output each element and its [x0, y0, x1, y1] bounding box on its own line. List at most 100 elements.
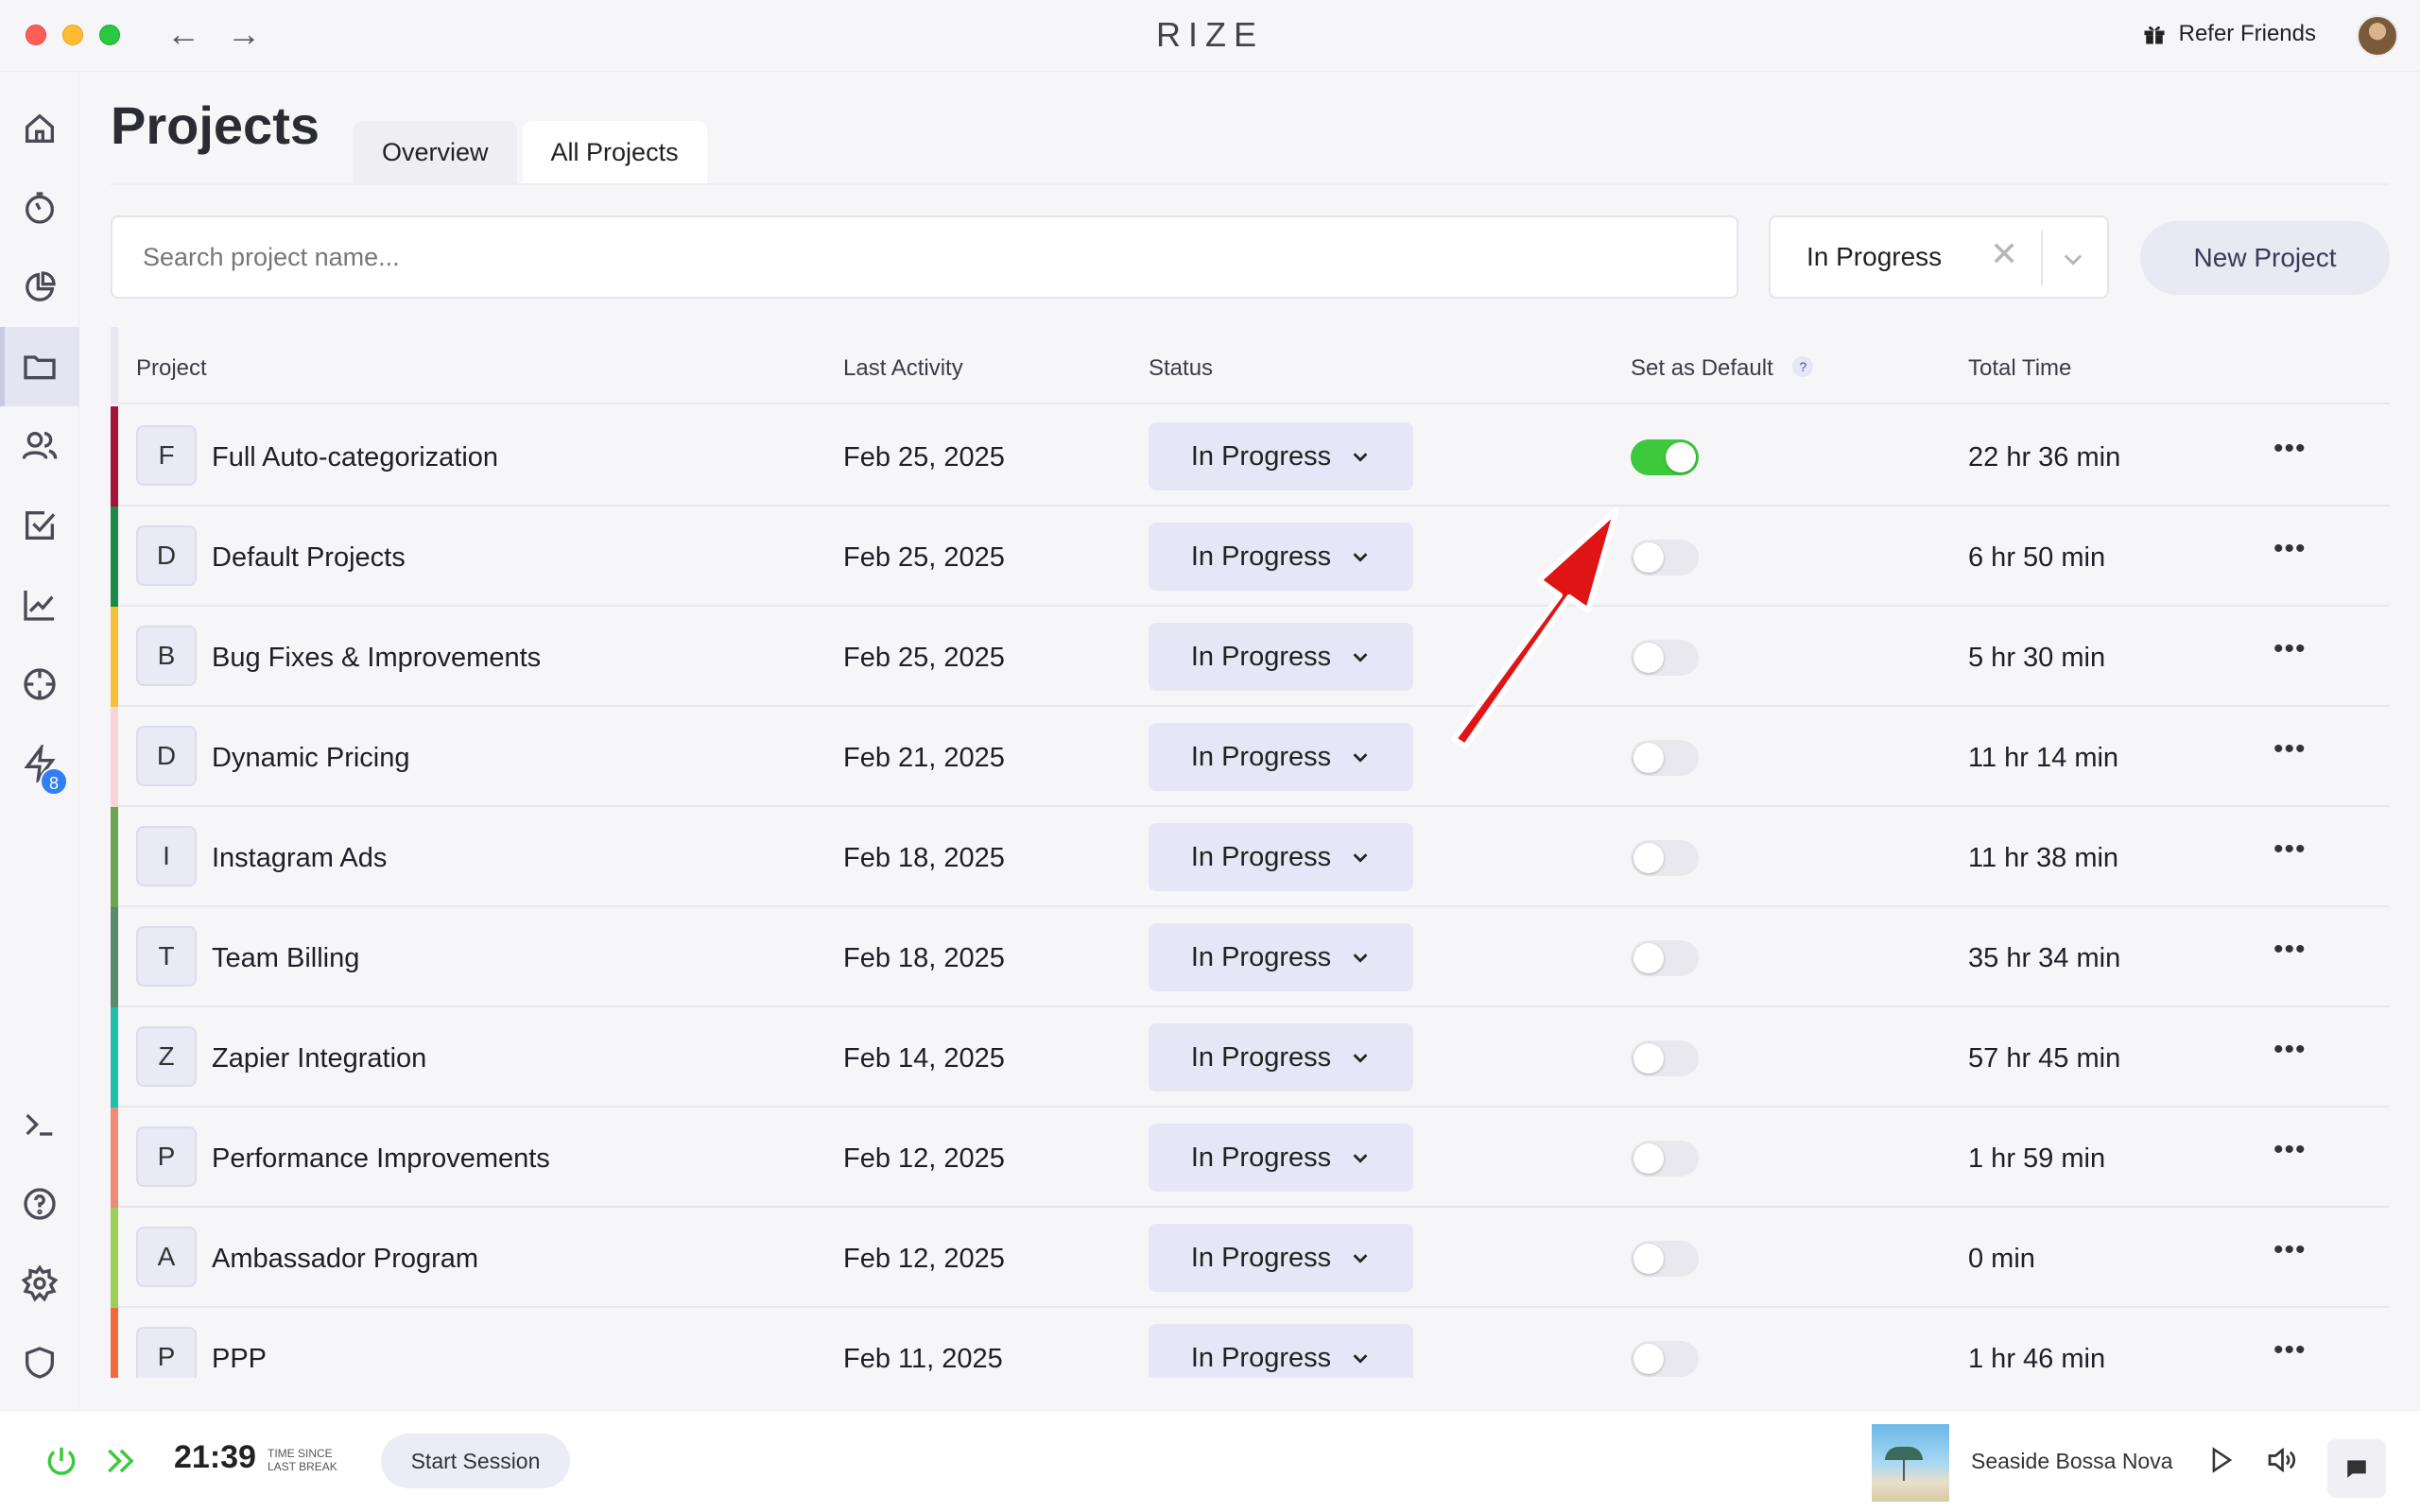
search-input[interactable] [111, 215, 1738, 299]
sidebar-item-terminal[interactable] [0, 1085, 79, 1164]
status-label: In Progress [1190, 541, 1332, 572]
more-options-icon[interactable]: ••• [2273, 433, 2307, 465]
project-name[interactable]: Instagram Ads [212, 843, 387, 874]
crosshair-icon [24, 668, 56, 700]
more-options-icon[interactable]: ••• [2273, 934, 2307, 966]
table-row[interactable]: D Default Projects Feb 25, 2025 In Progress… [111, 507, 2389, 607]
project-name[interactable]: Dynamic Pricing [212, 743, 410, 774]
help-icon[interactable]: ? [1792, 356, 1814, 377]
sidebar-item-home[interactable] [0, 89, 79, 168]
close-window-button[interactable] [26, 25, 46, 45]
table-row[interactable]: I Instagram Ads Feb 18, 2025 In Progress 11 … [111, 807, 2389, 907]
status-dropdown[interactable]: In Progress [1149, 1224, 1413, 1292]
projects-table: Project Last Activity Status Set as Defa… [111, 327, 2389, 1378]
sidebar-item-integrations[interactable]: 8 [0, 724, 79, 803]
volume-icon[interactable] [2263, 1443, 2299, 1477]
new-project-button[interactable]: New Project [2140, 221, 2390, 295]
fast-forward-icon[interactable] [102, 1443, 140, 1479]
page-title: Projects [111, 95, 320, 155]
power-icon[interactable] [43, 1443, 79, 1479]
default-toggle[interactable] [1631, 1241, 1699, 1277]
table-row[interactable]: T Team Billing Feb 18, 2025 In Progress 35 h… [111, 907, 2389, 1007]
tab-overview[interactable]: Overview [354, 121, 517, 183]
refer-friends-label: Refer Friends [2178, 21, 2316, 46]
project-name[interactable]: Ambassador Program [212, 1244, 478, 1275]
table-row[interactable]: B Bug Fixes & Improvements Feb 25, 2025 In … [111, 607, 2389, 707]
total-time: 5 hr 30 min [1968, 643, 2106, 673]
refer-friends-button[interactable]: Refer Friends [2141, 21, 2316, 47]
project-name[interactable]: PPP [212, 1344, 267, 1375]
more-options-icon[interactable]: ••• [2273, 1334, 2307, 1366]
status-dropdown[interactable]: In Progress [1149, 823, 1413, 891]
chat-button[interactable] [2327, 1439, 2386, 1498]
sidebar-item-timer[interactable] [0, 168, 79, 248]
project-color-bar [111, 607, 118, 707]
more-options-icon[interactable]: ••• [2273, 833, 2307, 866]
default-toggle[interactable] [1631, 1341, 1699, 1377]
table-row[interactable]: F Full Auto-categorization Feb 25, 2025 In … [111, 406, 2389, 507]
minimize-window-button[interactable] [62, 25, 83, 45]
header-status[interactable]: Status [1149, 355, 1213, 382]
project-name[interactable]: Full Auto-categorization [212, 442, 498, 473]
more-options-icon[interactable]: ••• [2273, 1134, 2307, 1166]
trend-chart-icon [24, 591, 54, 621]
play-icon[interactable] [2204, 1443, 2237, 1477]
project-name[interactable]: Performance Improvements [212, 1143, 550, 1175]
table-row[interactable]: P Performance Improvements Feb 12, 2025 In … [111, 1108, 2389, 1208]
header-last-activity[interactable]: Last Activity [843, 355, 963, 382]
project-color-bar [111, 707, 118, 807]
project-name[interactable]: Bug Fixes & Improvements [212, 643, 541, 674]
status-dropdown[interactable]: In Progress [1149, 422, 1413, 490]
default-toggle[interactable] [1631, 840, 1699, 876]
table-row[interactable]: A Ambassador Program Feb 12, 2025 In Progre… [111, 1208, 2389, 1308]
default-toggle[interactable] [1631, 439, 1699, 475]
default-toggle[interactable] [1631, 1040, 1699, 1076]
maximize-window-button[interactable] [99, 25, 120, 45]
status-dropdown[interactable]: In Progress [1149, 923, 1413, 991]
more-options-icon[interactable]: ••• [2273, 533, 2307, 565]
back-arrow-icon[interactable]: ← [166, 13, 200, 55]
sidebar-item-tasks[interactable] [0, 486, 79, 565]
project-color-bar [111, 507, 118, 607]
sidebar-item-focus[interactable] [0, 644, 79, 724]
default-toggle[interactable] [1631, 1141, 1699, 1177]
chevron-down-icon [1353, 553, 1368, 562]
more-options-icon[interactable]: ••• [2273, 633, 2307, 665]
chevron-down-icon[interactable] [2060, 246, 2086, 272]
sidebar-item-analytics[interactable] [0, 565, 79, 644]
status-dropdown[interactable]: In Progress [1149, 723, 1413, 791]
sidebar-item-projects[interactable] [0, 327, 79, 406]
status-dropdown[interactable]: In Progress [1149, 1023, 1413, 1091]
status-dropdown[interactable]: In Progress [1149, 1124, 1413, 1192]
more-options-icon[interactable]: ••• [2273, 733, 2307, 765]
sidebar-item-reports[interactable] [0, 248, 79, 327]
project-name[interactable]: Zapier Integration [212, 1043, 426, 1074]
project-name[interactable]: Team Billing [212, 943, 359, 974]
sidebar-item-clients[interactable] [0, 406, 79, 486]
default-toggle[interactable] [1631, 940, 1699, 976]
status-dropdown[interactable]: In Progress [1149, 1324, 1413, 1378]
start-session-button[interactable]: Start Session [381, 1434, 570, 1488]
status-filter-select[interactable]: In Progress ✕ [1769, 215, 2109, 299]
table-row[interactable]: Z Zapier Integration Feb 14, 2025 In Progre… [111, 1007, 2389, 1108]
more-options-icon[interactable]: ••• [2273, 1234, 2307, 1266]
header-project[interactable]: Project [136, 355, 207, 382]
more-options-icon[interactable]: ••• [2273, 1034, 2307, 1066]
project-name[interactable]: Default Projects [212, 542, 406, 574]
forward-arrow-icon[interactable]: → [227, 13, 261, 55]
toggle-knob [1634, 1143, 1664, 1174]
clear-filter-icon[interactable]: ✕ [1990, 234, 2018, 274]
status-dropdown[interactable]: In Progress [1149, 623, 1413, 691]
status-dropdown[interactable]: In Progress [1149, 523, 1413, 591]
sidebar-item-help[interactable] [0, 1164, 79, 1244]
sidebar-item-settings[interactable] [0, 1244, 79, 1323]
user-avatar[interactable] [2357, 15, 2398, 57]
header-total-time[interactable]: Total Time [1968, 355, 2071, 382]
table-row[interactable]: P PPP Feb 11, 2025 In Progress 1 hr 46 min ••… [111, 1308, 2389, 1378]
project-letter-avatar: F [136, 425, 197, 486]
status-label: In Progress [1190, 1142, 1332, 1173]
sidebar-item-privacy[interactable] [0, 1323, 79, 1402]
tab-all-projects[interactable]: All Projects [522, 121, 707, 183]
project-letter-avatar: D [136, 525, 197, 586]
table-row[interactable]: D Dynamic Pricing Feb 21, 2025 In Progress 1… [111, 707, 2389, 807]
